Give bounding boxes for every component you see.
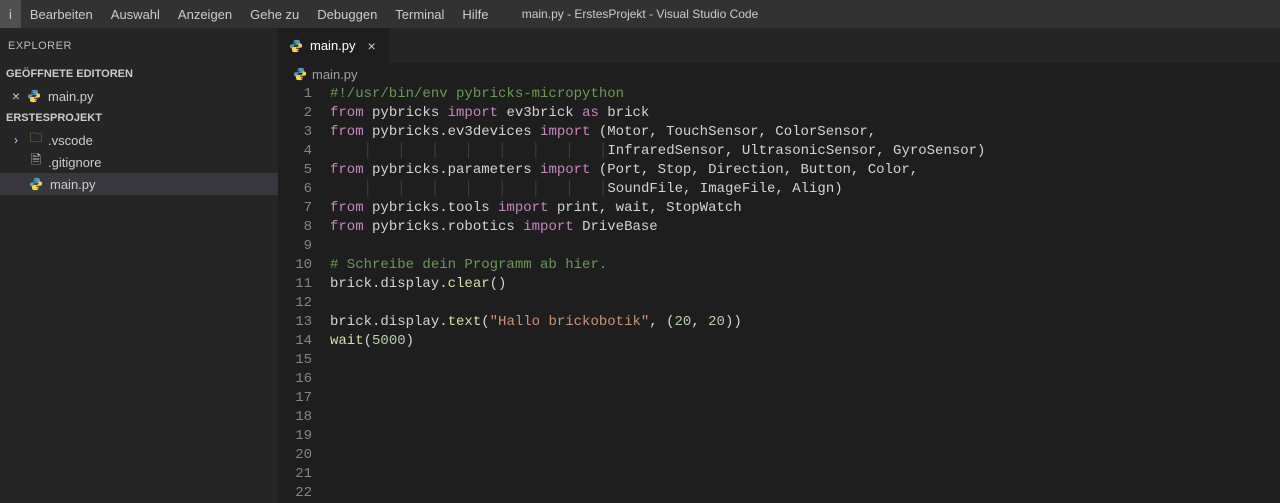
python-icon (288, 38, 304, 54)
python-icon (28, 176, 44, 192)
menu-bar: iBearbeitenAuswahlAnzeigenGehe zuDebugge… (0, 0, 497, 28)
menu-item[interactable]: Hilfe (453, 0, 497, 28)
explorer-sidebar: EXPLORER GEÖFFNETE EDITOREN × main.py ERS… (0, 28, 278, 503)
menu-item[interactable]: Auswahl (102, 0, 169, 28)
python-icon (292, 66, 308, 82)
titlebar: iBearbeitenAuswahlAnzeigenGehe zuDebugge… (0, 0, 1280, 28)
menu-item[interactable]: Debuggen (308, 0, 386, 28)
breadcrumb-file: main.py (312, 67, 358, 82)
tab-bar: main.py × (278, 28, 1280, 63)
tree-folder[interactable]: ›🗀 .vscode (0, 129, 278, 151)
line-gutter: 12345678910111213141516171819202122 (278, 85, 330, 503)
tab-label: main.py (310, 38, 356, 53)
python-icon (26, 88, 42, 104)
tree-item-label: .vscode (48, 133, 93, 148)
menu-item[interactable]: Terminal (386, 0, 453, 28)
close-icon[interactable]: × (8, 88, 24, 104)
menu-item[interactable]: Bearbeiten (21, 0, 102, 28)
main-area: EXPLORER GEÖFFNETE EDITOREN × main.py ERS… (0, 28, 1280, 503)
tree-file[interactable]: main.py (0, 173, 278, 195)
window-title: main.py - ErstesProjekt - Visual Studio … (522, 7, 759, 21)
menu-item[interactable]: Anzeigen (169, 0, 241, 28)
file-icon: 🗎 (28, 151, 44, 173)
project-header[interactable]: ERSTESPROJEKT (0, 107, 278, 129)
code-editor[interactable]: 12345678910111213141516171819202122 #!/u… (278, 85, 1280, 503)
folder-icon: 🗀 (28, 129, 44, 151)
menu-item[interactable]: Gehe zu (241, 0, 308, 28)
open-editors-header[interactable]: GEÖFFNETE EDITOREN (0, 63, 278, 85)
menu-item[interactable]: i (0, 0, 21, 28)
editor-area: main.py × main.py 12345678910111213141516… (278, 28, 1280, 503)
code-content[interactable]: #!/usr/bin/env pybricks-micropythonfrom … (330, 85, 1280, 503)
breadcrumb[interactable]: main.py (278, 63, 1280, 85)
open-editor-item[interactable]: × main.py (0, 85, 278, 107)
tree-item-label: main.py (50, 177, 96, 192)
editor-tab[interactable]: main.py × (278, 28, 391, 63)
chevron-right-icon: › (14, 133, 28, 147)
explorer-title: EXPLORER (0, 28, 278, 63)
tree-item-label: .gitignore (48, 155, 101, 170)
open-editor-label: main.py (48, 89, 94, 104)
tree-file[interactable]: 🗎 .gitignore (0, 151, 278, 173)
close-icon[interactable]: × (364, 38, 380, 54)
